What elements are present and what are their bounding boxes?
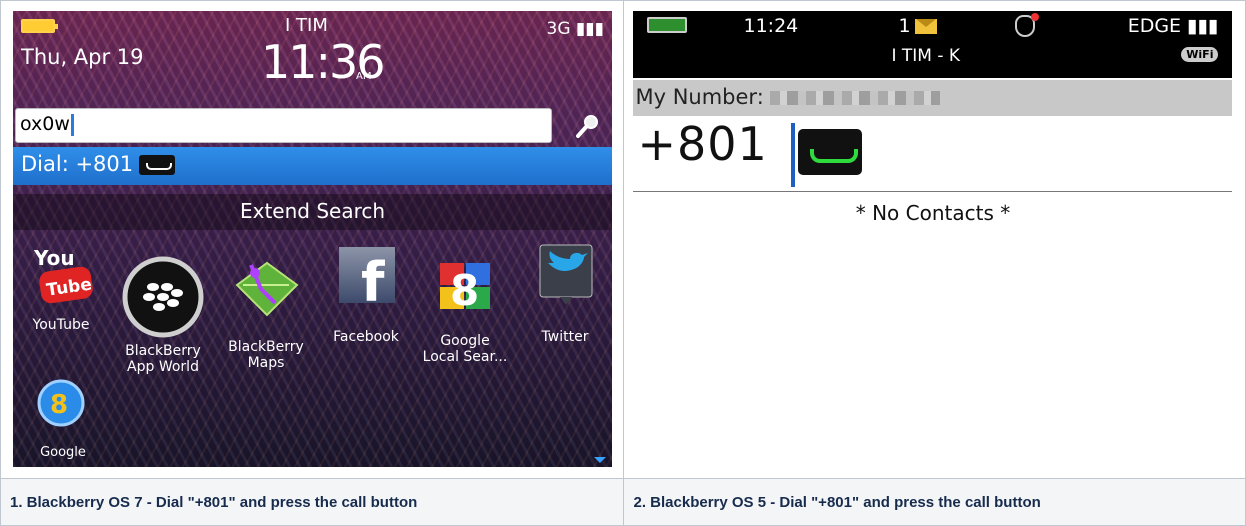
security-shield-icon xyxy=(1015,13,1040,37)
app-label: YouTube xyxy=(32,317,90,333)
dial-label: Dial: +801 xyxy=(21,152,134,176)
app-label: Google Local Sear... xyxy=(422,333,508,365)
svg-text:You: You xyxy=(33,246,75,270)
maps-icon xyxy=(235,261,299,317)
caption-os5: 2. Blackberry OS 5 - Dial "+801" and pre… xyxy=(623,478,1246,526)
clock-ampm: AM xyxy=(356,71,372,82)
network-status: 3G ▮▮▮ xyxy=(547,19,604,39)
scroll-down-icon[interactable] xyxy=(594,457,606,463)
blackberry-os7-screen: Thu, Apr 19 I TIM 11:36 AM 3G ▮▮▮ ox0w D… xyxy=(13,11,612,467)
app-google-local-search[interactable]: 8 Google Local Sear... xyxy=(417,239,513,381)
app-label: Facebook xyxy=(333,329,399,345)
network-type: EDGE xyxy=(1127,15,1182,37)
text-cursor xyxy=(791,123,796,187)
screenshot-cell-os5: 11:24 1 EDGE ▮▮▮ I TIM - K WiFi My Numbe… xyxy=(623,0,1246,479)
clock: 11:24 xyxy=(743,15,799,37)
status-bar: 11:24 1 EDGE ▮▮▮ I TIM - K WiFi xyxy=(633,11,1233,78)
app-label: Twitter xyxy=(541,329,589,345)
blackberry-os5-screen: 11:24 1 EDGE ▮▮▮ I TIM - K WiFi My Numbe… xyxy=(633,11,1233,467)
youtube-icon: You Tube xyxy=(33,246,93,304)
message-envelope-icon xyxy=(915,19,938,34)
svg-text:8: 8 xyxy=(50,390,68,420)
search-icon[interactable] xyxy=(573,111,603,141)
divider xyxy=(633,191,1233,192)
text-cursor xyxy=(70,113,74,136)
phone-icon xyxy=(139,155,176,175)
app-youtube[interactable]: You Tube YouTube xyxy=(13,239,109,333)
message-count: 1 xyxy=(898,15,911,37)
svg-text:8: 8 xyxy=(450,266,479,315)
app-blackberry-maps[interactable]: BlackBerry Maps xyxy=(218,239,314,387)
network-status: EDGE ▮▮▮ xyxy=(1128,15,1219,37)
google-icon: 8 xyxy=(37,379,85,427)
screenshot-cell-os7: Thu, Apr 19 I TIM 11:36 AM 3G ▮▮▮ ox0w D… xyxy=(0,0,625,479)
search-input[interactable]: ox0w xyxy=(15,108,552,143)
battery-icon xyxy=(21,19,58,33)
my-number-label: My Number: xyxy=(635,85,764,109)
network-type: 3G xyxy=(546,19,571,39)
app-facebook[interactable]: f Facebook xyxy=(318,239,414,345)
svg-text:f: f xyxy=(361,251,385,314)
app-label: BlackBerry Maps xyxy=(228,339,304,371)
extend-search-header: Extend Search xyxy=(13,194,612,230)
search-value: ox0w xyxy=(20,113,70,135)
call-button[interactable] xyxy=(798,129,863,175)
app-twitter[interactable]: Twitter xyxy=(517,239,612,345)
app-blackberry-app-world[interactable]: BlackBerry App World xyxy=(115,239,211,391)
twitter-icon xyxy=(539,244,593,305)
facebook-icon: f xyxy=(339,247,395,314)
redacted-number xyxy=(770,91,941,105)
app-label: BlackBerry App World xyxy=(125,343,201,375)
carrier-label: I TIM xyxy=(285,15,328,36)
signal-icon: ▮▮▮ xyxy=(575,19,604,39)
dial-suggestion[interactable]: Dial: +801 xyxy=(13,147,612,185)
app-label: Google xyxy=(40,445,86,460)
app-google[interactable]: 8 Google xyxy=(15,373,111,461)
battery-charging-icon xyxy=(647,17,688,33)
caption-os7: 1. Blackberry OS 7 - Dial "+801" and pre… xyxy=(0,478,625,526)
carrier-label: I TIM - K xyxy=(891,46,961,66)
comparison-table: Thu, Apr 19 I TIM 11:36 AM 3G ▮▮▮ ox0w D… xyxy=(0,0,1246,526)
wifi-badge-icon: WiFi xyxy=(1181,47,1219,62)
google-local-icon: 8 xyxy=(440,263,490,315)
my-number-bar: My Number: xyxy=(633,80,1233,116)
dialed-number[interactable]: +801 xyxy=(637,117,767,171)
date-label: Thu, Apr 19 xyxy=(21,45,144,69)
signal-icon: ▮▮▮ xyxy=(1187,15,1219,37)
no-contacts-message: * No Contacts * xyxy=(855,201,1011,225)
app-world-icon xyxy=(122,256,204,338)
